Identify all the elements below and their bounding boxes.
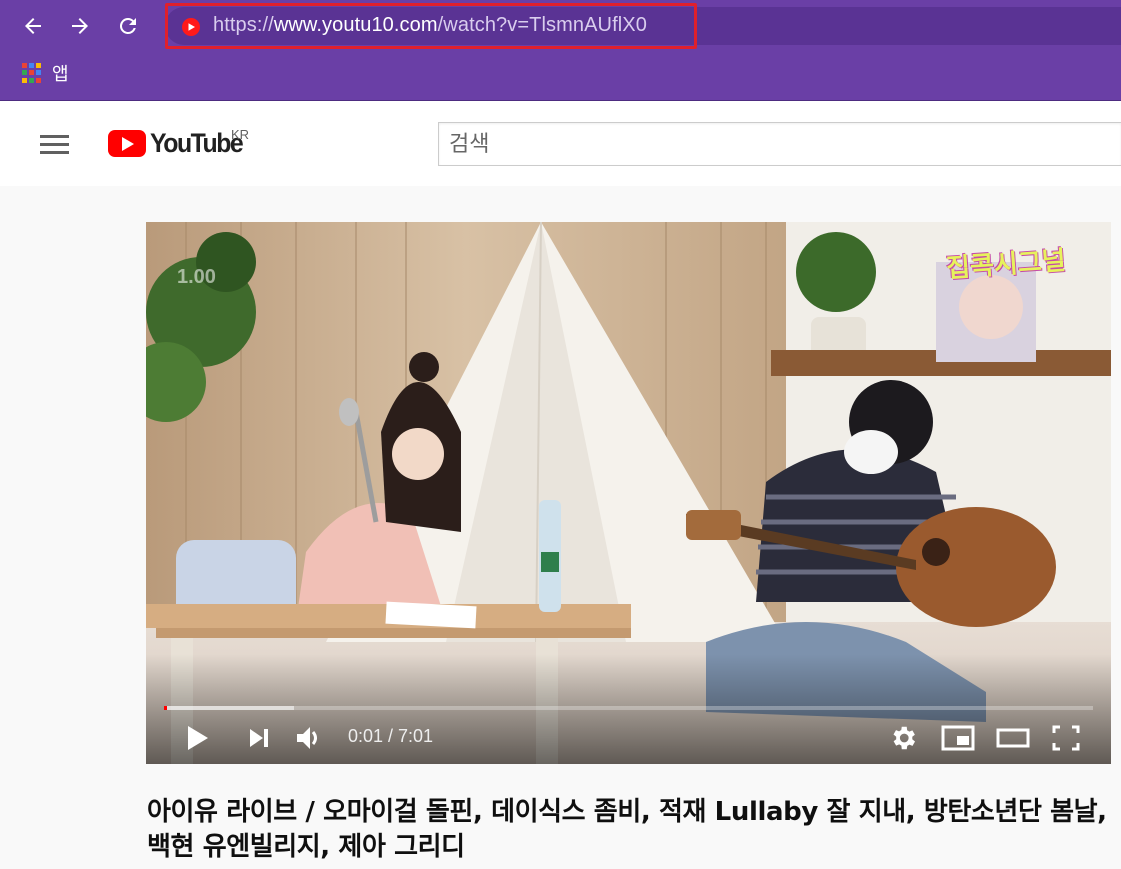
theater-icon [996, 728, 1030, 748]
fullscreen-button[interactable] [1051, 722, 1081, 754]
play-icon [188, 726, 208, 750]
time-display: 0:01 / 7:01 [348, 726, 434, 746]
play-button[interactable] [182, 722, 212, 754]
url-text[interactable]: https://www.youtu10.com/watch?v=TlsmnAUf… [213, 14, 647, 37]
miniplayer-icon [941, 725, 975, 751]
search-input[interactable] [439, 123, 1121, 165]
youtube-logo[interactable]: YouTube [108, 128, 250, 159]
theater-mode-button[interactable] [996, 722, 1030, 754]
video-title: 아이유 라이브 / 오마이걸 돌핀, 데이식스 좀비, 적재 Lullaby 잘… [147, 797, 1107, 862]
youtube-play-icon [108, 130, 146, 157]
played-bar [164, 706, 167, 710]
region-code: KR [231, 127, 250, 142]
miniplayer-button[interactable] [941, 722, 975, 754]
reload-button[interactable] [112, 10, 144, 42]
fullscreen-icon [1052, 725, 1080, 751]
apps-grid-icon [22, 63, 42, 83]
video-player[interactable]: 1.00 집콕시그널 0:01 / 7:01 [146, 222, 1111, 764]
url-path: /watch?v=TlsmnAUflX0 [437, 14, 647, 36]
next-button[interactable] [246, 722, 272, 754]
arrow-right-icon [72, 18, 88, 34]
bookmark-apps[interactable]: 앱 [22, 60, 69, 86]
volume-icon [297, 727, 317, 749]
gear-icon [893, 726, 915, 750]
arrow-left-icon [25, 18, 41, 34]
youtube-masthead: YouTube KR [0, 101, 1121, 186]
url-host: www.youtu10.com [273, 14, 438, 36]
reload-icon [119, 17, 136, 34]
back-button[interactable] [17, 10, 49, 42]
settings-button[interactable] [888, 722, 918, 754]
search-box [438, 122, 1121, 166]
forward-button[interactable] [64, 10, 96, 42]
buffered-bar [164, 706, 294, 710]
skip-next-icon [250, 729, 268, 747]
browser-toolbar: https://www.youtu10.com/watch?v=TlsmnAUf… [0, 0, 1121, 101]
logo-text: YouTube [150, 128, 244, 158]
progress-bar[interactable] [164, 706, 1093, 710]
menu-icon[interactable] [40, 135, 69, 155]
playback-speed-overlay: 1.00 [177, 266, 216, 288]
mute-button[interactable] [294, 722, 322, 754]
youtube-favicon-icon [182, 18, 200, 36]
bookmark-label: 앱 [52, 64, 69, 85]
url-scheme: https:// [213, 14, 274, 36]
